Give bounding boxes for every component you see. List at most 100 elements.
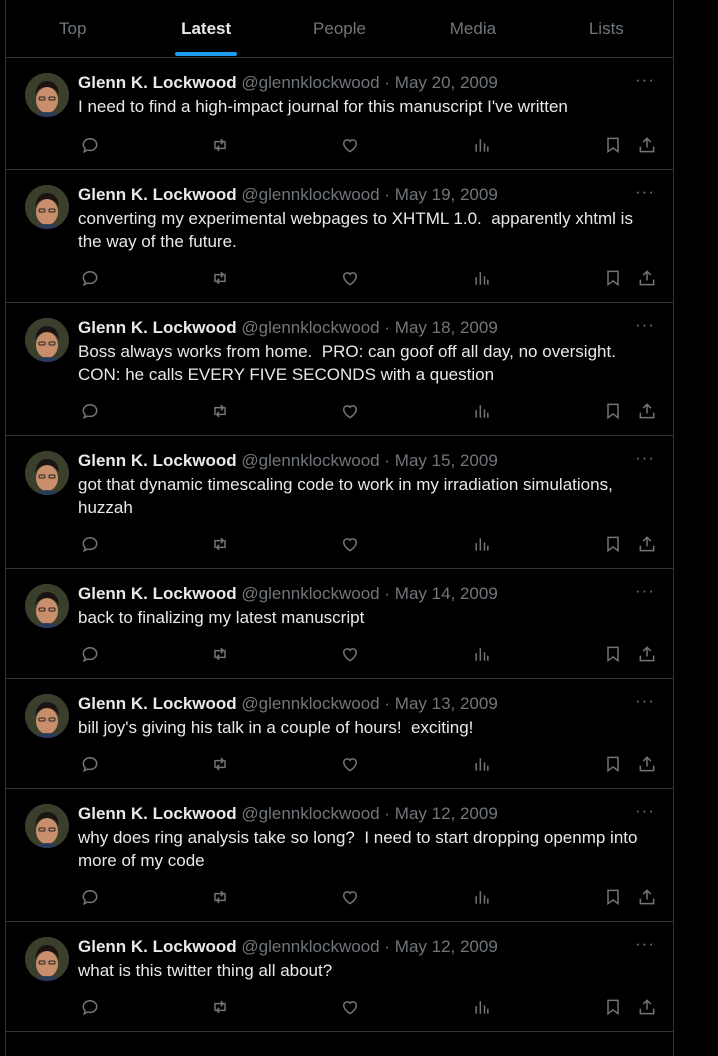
views-icon[interactable] <box>470 642 494 666</box>
views-icon[interactable] <box>470 885 494 909</box>
tweet-date[interactable]: May 15, 2009 <box>395 451 498 470</box>
tab-people[interactable]: People <box>273 0 406 57</box>
tweet[interactable]: Glenn K. Lockwood @glennklockwood · May … <box>6 58 673 170</box>
avatar[interactable] <box>25 185 69 229</box>
author-handle[interactable]: @glennklockwood <box>241 804 379 823</box>
avatar[interactable] <box>25 694 69 738</box>
views-icon[interactable] <box>470 532 494 556</box>
tweet[interactable]: Glenn K. Lockwood @glennklockwood · May … <box>6 789 673 922</box>
tweet[interactable]: Glenn K. Lockwood @glennklockwood · May … <box>6 436 673 569</box>
more-options-icon[interactable]: ··· <box>635 448 655 468</box>
more-options-icon[interactable]: ··· <box>635 801 655 821</box>
share-icon[interactable] <box>635 885 659 909</box>
author-name[interactable]: Glenn K. Lockwood <box>78 185 237 204</box>
reply-icon[interactable] <box>78 752 102 776</box>
tweet-date[interactable]: May 14, 2009 <box>395 584 498 603</box>
tweet[interactable]: Glenn K. Lockwood @glennklockwood · May … <box>6 569 673 679</box>
views-icon[interactable] <box>470 995 494 1019</box>
reply-icon[interactable] <box>78 995 102 1019</box>
tweet-date[interactable]: May 20, 2009 <box>395 73 498 92</box>
author-name[interactable]: Glenn K. Lockwood <box>78 451 237 470</box>
like-icon[interactable] <box>338 532 362 556</box>
avatar[interactable] <box>25 451 69 495</box>
tweet[interactable]: Glenn K. Lockwood @glennklockwood · May … <box>6 170 673 303</box>
share-icon[interactable] <box>635 752 659 776</box>
avatar[interactable] <box>25 318 69 362</box>
like-icon[interactable] <box>338 133 362 157</box>
like-icon[interactable] <box>338 752 362 776</box>
author-handle[interactable]: @glennklockwood <box>241 73 379 92</box>
share-icon[interactable] <box>635 642 659 666</box>
author-handle[interactable]: @glennklockwood <box>241 694 379 713</box>
more-options-icon[interactable]: ··· <box>635 182 655 202</box>
author-handle[interactable]: @glennklockwood <box>241 584 379 603</box>
author-handle[interactable]: @glennklockwood <box>241 318 379 337</box>
reply-icon[interactable] <box>78 266 102 290</box>
share-icon[interactable] <box>635 266 659 290</box>
views-icon[interactable] <box>470 752 494 776</box>
more-options-icon[interactable]: ··· <box>635 70 655 90</box>
views-icon[interactable] <box>470 266 494 290</box>
views-icon[interactable] <box>470 133 494 157</box>
reply-icon[interactable] <box>78 642 102 666</box>
like-icon[interactable] <box>338 642 362 666</box>
bookmark-icon[interactable] <box>601 266 625 290</box>
author-name[interactable]: Glenn K. Lockwood <box>78 804 237 823</box>
tab-top[interactable]: Top <box>6 0 139 57</box>
author-name[interactable]: Glenn K. Lockwood <box>78 318 237 337</box>
tweet[interactable]: Glenn K. Lockwood @glennklockwood · May … <box>6 922 673 1032</box>
avatar[interactable] <box>25 804 69 848</box>
tweet-date[interactable]: May 19, 2009 <box>395 185 498 204</box>
bookmark-icon[interactable] <box>601 642 625 666</box>
retweet-icon[interactable] <box>208 642 232 666</box>
avatar[interactable] <box>25 73 69 117</box>
more-options-icon[interactable]: ··· <box>635 691 655 711</box>
tab-latest[interactable]: Latest <box>139 0 272 57</box>
tweet[interactable]: Glenn K. Lockwood @glennklockwood · May … <box>6 679 673 789</box>
like-icon[interactable] <box>338 885 362 909</box>
like-icon[interactable] <box>338 266 362 290</box>
tweet-date[interactable]: May 12, 2009 <box>395 804 498 823</box>
retweet-icon[interactable] <box>208 266 232 290</box>
author-handle[interactable]: @glennklockwood <box>241 185 379 204</box>
reply-icon[interactable] <box>78 885 102 909</box>
author-handle[interactable]: @glennklockwood <box>241 937 379 956</box>
tab-media[interactable]: Media <box>406 0 539 57</box>
retweet-icon[interactable] <box>208 752 232 776</box>
author-name[interactable]: Glenn K. Lockwood <box>78 694 237 713</box>
author-name[interactable]: Glenn K. Lockwood <box>78 584 237 603</box>
reply-icon[interactable] <box>78 133 102 157</box>
retweet-icon[interactable] <box>208 885 232 909</box>
tweet[interactable]: Glenn K. Lockwood @glennklockwood · May … <box>6 303 673 436</box>
share-icon[interactable] <box>635 399 659 423</box>
tweet-date[interactable]: May 12, 2009 <box>395 937 498 956</box>
tweet-date[interactable]: May 18, 2009 <box>395 318 498 337</box>
share-icon[interactable] <box>635 532 659 556</box>
share-icon[interactable] <box>635 995 659 1019</box>
bookmark-icon[interactable] <box>601 752 625 776</box>
like-icon[interactable] <box>338 995 362 1019</box>
retweet-icon[interactable] <box>208 995 232 1019</box>
bookmark-icon[interactable] <box>601 399 625 423</box>
reply-icon[interactable] <box>78 399 102 423</box>
more-options-icon[interactable]: ··· <box>635 581 655 601</box>
bookmark-icon[interactable] <box>601 532 625 556</box>
bookmark-icon[interactable] <box>601 133 625 157</box>
views-icon[interactable] <box>470 399 494 423</box>
retweet-icon[interactable] <box>208 399 232 423</box>
author-name[interactable]: Glenn K. Lockwood <box>78 73 237 92</box>
bookmark-icon[interactable] <box>601 995 625 1019</box>
author-name[interactable]: Glenn K. Lockwood <box>78 937 237 956</box>
avatar[interactable] <box>25 937 69 981</box>
bookmark-icon[interactable] <box>601 885 625 909</box>
avatar[interactable] <box>25 584 69 628</box>
author-handle[interactable]: @glennklockwood <box>241 451 379 470</box>
share-icon[interactable] <box>635 133 659 157</box>
tab-lists[interactable]: Lists <box>540 0 673 57</box>
retweet-icon[interactable] <box>208 133 232 157</box>
like-icon[interactable] <box>338 399 362 423</box>
retweet-icon[interactable] <box>208 532 232 556</box>
more-options-icon[interactable]: ··· <box>635 934 655 954</box>
reply-icon[interactable] <box>78 532 102 556</box>
tweet-date[interactable]: May 13, 2009 <box>395 694 498 713</box>
